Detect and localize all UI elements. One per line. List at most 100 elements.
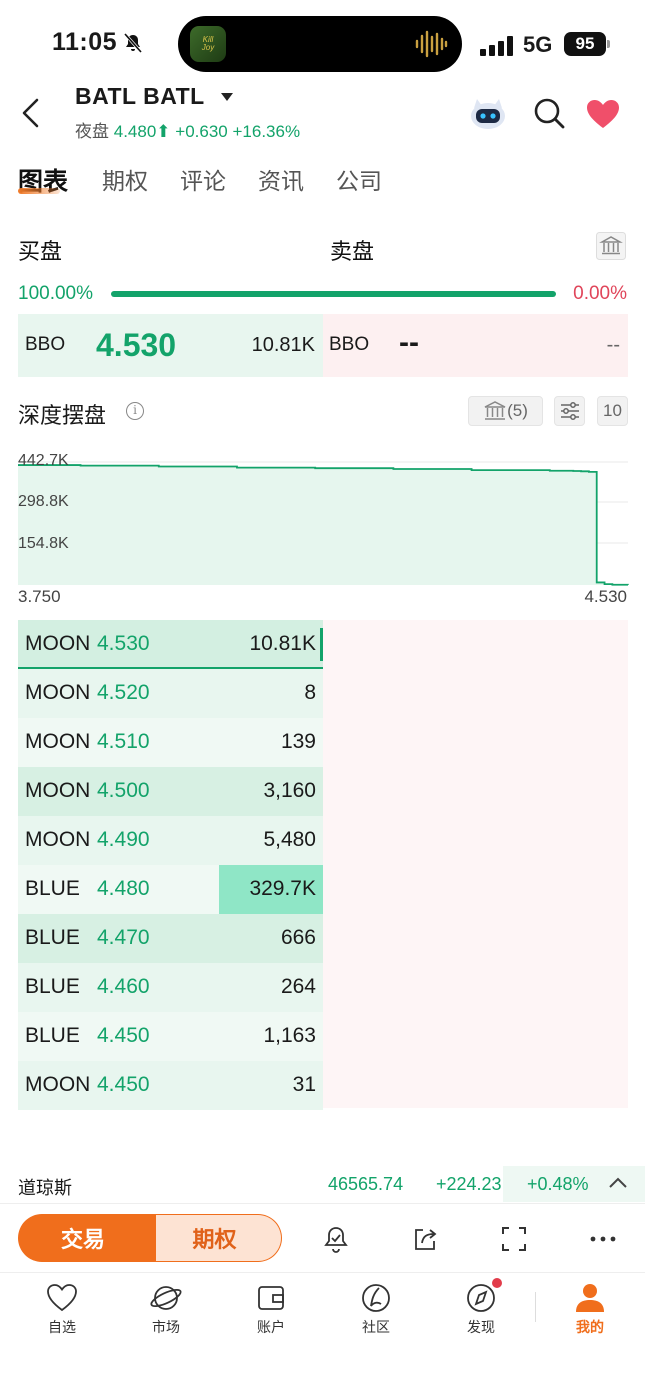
order-book-row[interactable]: MOON 4.490 5,480 (18, 816, 323, 865)
nav-account[interactable]: 账户 (231, 1282, 311, 1337)
nav-community[interactable]: 社区 (336, 1282, 416, 1337)
market-maker: BLUE (25, 926, 80, 949)
sliders-icon (560, 402, 579, 420)
order-price: 4.460 (97, 975, 150, 998)
nav-watchlist[interactable]: 自选 (22, 1282, 102, 1337)
order-book-row[interactable]: BLUE 4.450 1,163 (18, 1012, 323, 1061)
depth-area (18, 465, 628, 585)
status-time: 11:05 (52, 28, 118, 56)
nav-label: 社区 (362, 1319, 390, 1335)
heart-outline-icon (47, 1284, 77, 1312)
nav-market[interactable]: 市场 (126, 1282, 206, 1337)
person-icon (576, 1284, 604, 1312)
bbo-ask-size: -- (606, 334, 620, 356)
depth-levels-button[interactable]: 10 (597, 396, 628, 426)
notification-dot (492, 1278, 502, 1288)
divider (0, 1272, 645, 1273)
search-icon[interactable] (532, 96, 566, 130)
order-book-row[interactable]: MOON 4.510 139 (18, 718, 323, 767)
share-icon[interactable] (410, 1224, 440, 1254)
depth-chart (18, 461, 629, 586)
exchange-filter-button[interactable]: (5) (468, 396, 543, 426)
ask-book-empty (323, 620, 628, 1108)
favorite-heart-icon[interactable] (585, 98, 621, 130)
network-type: 5G (523, 32, 553, 57)
bank-exchange-icon[interactable] (596, 232, 626, 260)
order-size: 8 (304, 681, 316, 704)
back-arrow-icon[interactable] (18, 98, 48, 128)
y-tick-label: 442.7K (18, 452, 69, 469)
quote-line: 夜盘 4.480⬆ +0.630 +16.36% (75, 117, 300, 142)
order-price: 4.450 (97, 1073, 150, 1096)
up-arrow-icon: ⬆ (156, 122, 171, 141)
order-book-row[interactable]: MOON 4.530 10.81K (18, 620, 323, 669)
order-price: 4.490 (97, 828, 150, 851)
nav-label: 市场 (152, 1319, 180, 1335)
market-maker: MOON (25, 632, 91, 655)
bbo-ask-price: -- (399, 326, 419, 359)
battery-level: 95 (564, 32, 606, 56)
order-size: 139 (280, 730, 316, 753)
order-size: 1,163 (263, 1024, 316, 1047)
options-button-label: 期权 (192, 1227, 237, 1252)
order-book-row[interactable]: BLUE 4.470 666 (18, 914, 323, 963)
tab-options[interactable]: 期权 (102, 162, 148, 196)
nav-label: 自选 (48, 1319, 76, 1335)
market-maker: MOON (25, 828, 91, 851)
market-maker: MOON (25, 730, 91, 753)
bid-ask-ratio-bar (111, 291, 556, 297)
trade-button-label: 交易 (60, 1227, 105, 1252)
nav-me[interactable]: 我的 (550, 1282, 630, 1337)
order-size: 329.7K (249, 877, 316, 900)
bbo-ask-label: BBO (329, 334, 370, 355)
market-maker: BLUE (25, 877, 80, 900)
trade-button-slant (140, 1214, 156, 1262)
order-book-row[interactable]: MOON 4.500 3,160 (18, 767, 323, 816)
battery-tip (607, 40, 610, 48)
trade-button[interactable]: 交易 (18, 1214, 156, 1262)
index-change-pct: +0.48% (527, 1174, 589, 1194)
order-price: 4.450 (97, 1024, 150, 1047)
market-maker: BLUE (25, 1024, 80, 1047)
info-icon[interactable]: i (126, 402, 144, 420)
order-size: 3,160 (263, 779, 316, 802)
order-book-row[interactable]: BLUE 4.480 329.7K (18, 865, 323, 914)
market-maker: BLUE (25, 975, 80, 998)
order-book-row[interactable]: BLUE 4.460 264 (18, 963, 323, 1012)
caret-down-icon[interactable] (221, 93, 233, 101)
market-maker: MOON (25, 1073, 91, 1096)
price-change: +0.630 (175, 122, 228, 141)
more-icon[interactable] (588, 1224, 618, 1254)
index-name[interactable]: 道琼斯 (18, 1174, 72, 1200)
nav-separator (535, 1292, 536, 1322)
order-size: 5,480 (263, 828, 316, 851)
index-change: +224.23 (436, 1174, 502, 1194)
chevron-up-icon[interactable] (607, 1175, 629, 1191)
nav-label: 我的 (576, 1319, 604, 1335)
tab-comments[interactable]: 评论 (180, 162, 226, 196)
depth-settings-button[interactable] (554, 396, 585, 426)
nav-label: 账户 (257, 1319, 285, 1335)
ai-assistant-robot-icon[interactable] (468, 96, 508, 132)
wallet-icon (258, 1286, 284, 1310)
cellular-signal-icon (480, 36, 513, 56)
now-playing-app-icon[interactable]: Kill Joy (190, 26, 226, 62)
tab-news[interactable]: 资讯 (258, 162, 304, 196)
x-tick-label-min: 3.750 (18, 587, 61, 606)
last-price: 4.480 (113, 122, 157, 141)
fullscreen-icon[interactable] (499, 1224, 529, 1254)
order-book-row[interactable]: MOON 4.520 8 (18, 669, 323, 718)
price-alert-bell-icon[interactable] (321, 1224, 351, 1254)
options-button[interactable]: 期权 (148, 1214, 282, 1262)
order-price: 4.530 (97, 632, 150, 655)
nav-discover[interactable]: 发现 (441, 1282, 521, 1337)
order-book-row[interactable]: MOON 4.450 31 (18, 1061, 323, 1110)
divider (0, 1203, 645, 1204)
y-tick-label: 298.8K (18, 493, 69, 510)
y-tick-label: 154.8K (18, 535, 69, 552)
stock-title[interactable]: BATL BATL (75, 83, 205, 110)
x-tick-label-max: 4.530 (584, 587, 627, 606)
tab-company[interactable]: 公司 (336, 162, 382, 196)
bbo-bid-price: 4.530 (96, 327, 177, 363)
community-icon (362, 1284, 390, 1312)
